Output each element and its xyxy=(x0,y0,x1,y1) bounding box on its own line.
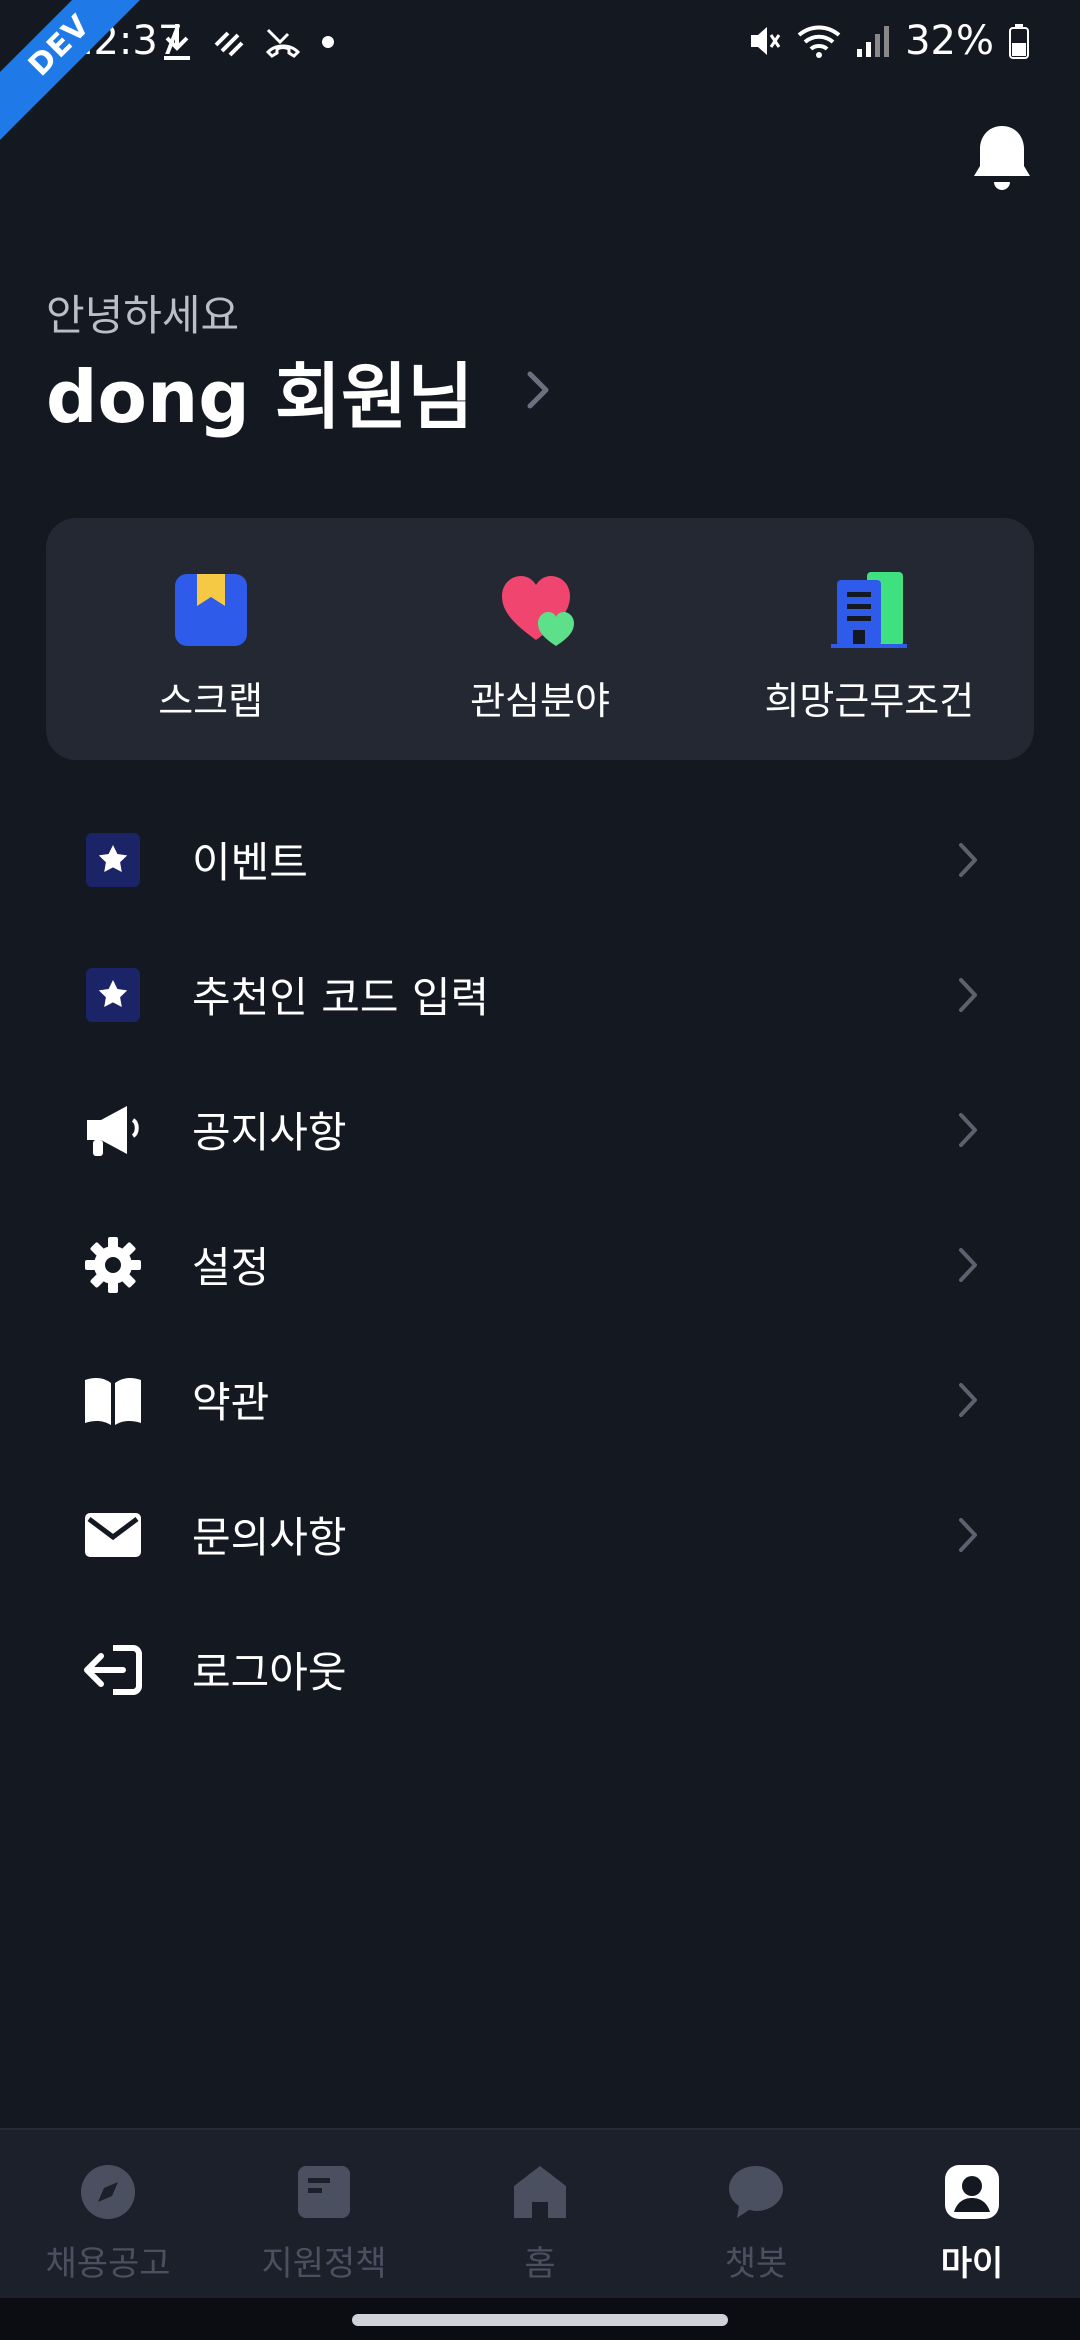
menu-label: 공지사항 xyxy=(192,1108,347,1157)
nav-tab-chatbot[interactable]: 챗봇 xyxy=(648,2130,864,2300)
mute-icon xyxy=(751,27,781,55)
menu-list: 이벤트 추천인 코드 입력 공지사항 설정 약관 문의사항 로그아웃 xyxy=(0,792,1080,1737)
bell-icon xyxy=(974,126,1030,190)
menu-label: 로그아웃 xyxy=(192,1648,347,1697)
nav-tab-my[interactable]: 마이 xyxy=(864,2130,1080,2300)
chat-icon xyxy=(729,2166,783,2218)
status-bar: 12:37 32% xyxy=(0,0,1080,90)
dot-icon xyxy=(322,36,334,48)
status-system-icons: 32% xyxy=(747,18,1030,64)
battery-percent: 32% xyxy=(905,18,994,64)
quick-action-label: 스크랩 xyxy=(158,679,264,723)
nav-label: 마이 xyxy=(940,2244,1004,2284)
menu-label: 설정 xyxy=(192,1243,270,1292)
menu-item-settings[interactable]: 설정 xyxy=(0,1197,1080,1332)
menu-item-terms[interactable]: 약관 xyxy=(0,1332,1080,1467)
quick-actions-card: 스크랩 관심분야 희망근무조건 xyxy=(46,518,1034,760)
building-icon xyxy=(831,572,908,648)
download-icon xyxy=(164,24,190,60)
bottom-navigation: 채용공고 지원정책 홈 챗봇 마이 xyxy=(0,2128,1080,2300)
book-icon xyxy=(82,1369,144,1431)
menu-label: 문의사항 xyxy=(192,1513,347,1562)
quick-action-work-conditions[interactable]: 희망근무조건 xyxy=(705,518,1034,760)
menu-item-event[interactable]: 이벤트 xyxy=(0,792,1080,927)
quick-action-scrap[interactable]: 스크랩 xyxy=(46,518,375,760)
nav-tab-policy[interactable]: 지원정책 xyxy=(216,2130,432,2300)
hearts-icon xyxy=(501,576,574,646)
nav-label: 챗봇 xyxy=(724,2244,788,2284)
chevron-right-icon xyxy=(959,842,977,877)
home-icon xyxy=(514,2166,566,2218)
megaphone-icon xyxy=(82,1099,144,1161)
bookmark-icon xyxy=(174,574,247,646)
profile-link[interactable]: dong 회원님 xyxy=(46,340,552,440)
signal-slash-icon xyxy=(214,31,244,57)
chevron-right-icon xyxy=(527,371,549,409)
wifi-icon xyxy=(797,25,841,58)
status-notification-icons xyxy=(160,22,336,62)
menu-item-logout[interactable]: 로그아웃 xyxy=(0,1602,1080,1737)
logout-icon xyxy=(82,1639,144,1701)
nav-label: 채용공고 xyxy=(45,2244,171,2284)
menu-item-referral-code[interactable]: 추천인 코드 입력 xyxy=(0,927,1080,1062)
user-name: dong 회원님 xyxy=(46,354,474,439)
menu-label: 추천인 코드 입력 xyxy=(192,973,490,1022)
nav-label: 홈 xyxy=(524,2244,556,2284)
nav-tab-home[interactable]: 홈 xyxy=(432,2130,648,2300)
gear-icon xyxy=(82,1234,144,1296)
compass-icon xyxy=(81,2165,135,2219)
quick-action-label: 희망근무조건 xyxy=(764,679,975,723)
missed-call-icon xyxy=(265,28,301,58)
quick-action-label: 관심분야 xyxy=(470,679,610,723)
document-icon xyxy=(298,2166,350,2218)
menu-item-inquiry[interactable]: 문의사항 xyxy=(0,1467,1080,1602)
menu-item-notice[interactable]: 공지사항 xyxy=(0,1062,1080,1197)
notifications-button[interactable] xyxy=(970,120,1034,196)
quick-action-interests[interactable]: 관심분야 xyxy=(375,518,704,760)
battery-icon xyxy=(1009,24,1029,59)
menu-label: 약관 xyxy=(192,1378,270,1427)
gesture-handle[interactable] xyxy=(352,2314,728,2326)
star-badge-icon xyxy=(82,829,144,891)
greeting-text: 안녕하세요 xyxy=(46,291,240,340)
chevron-right-icon xyxy=(959,1112,977,1147)
chevron-right-icon xyxy=(959,977,977,1012)
cell-signal-icon xyxy=(857,26,890,57)
nav-tab-jobs[interactable]: 채용공고 xyxy=(0,2130,216,2300)
chevron-right-icon xyxy=(959,1517,977,1552)
nav-label: 지원정책 xyxy=(261,2244,387,2284)
chevron-right-icon xyxy=(959,1382,977,1417)
envelope-icon xyxy=(82,1504,144,1566)
person-icon xyxy=(945,2165,999,2219)
chevron-right-icon xyxy=(959,1247,977,1282)
star-badge-icon xyxy=(82,964,144,1026)
menu-label: 이벤트 xyxy=(192,838,308,887)
